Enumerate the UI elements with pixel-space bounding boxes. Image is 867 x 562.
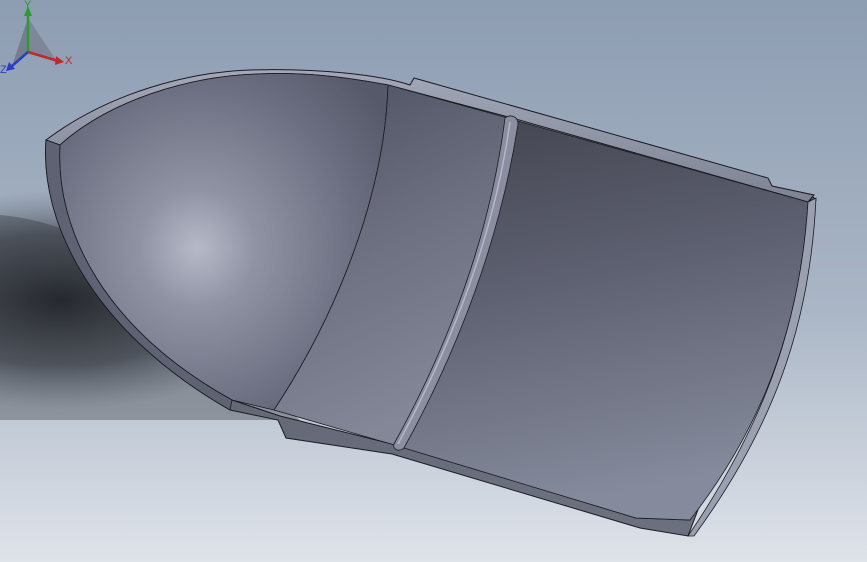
- model-canvas[interactable]: [0, 0, 867, 562]
- y-axis-label: Y: [24, 0, 32, 11]
- reference-triad[interactable]: Y X Z: [0, 0, 80, 80]
- x-axis-label: X: [65, 55, 73, 67]
- graphics-area[interactable]: Y X Z: [0, 0, 867, 562]
- x-axis-arrow-icon: [55, 56, 64, 65]
- z-axis-label: Z: [0, 64, 7, 76]
